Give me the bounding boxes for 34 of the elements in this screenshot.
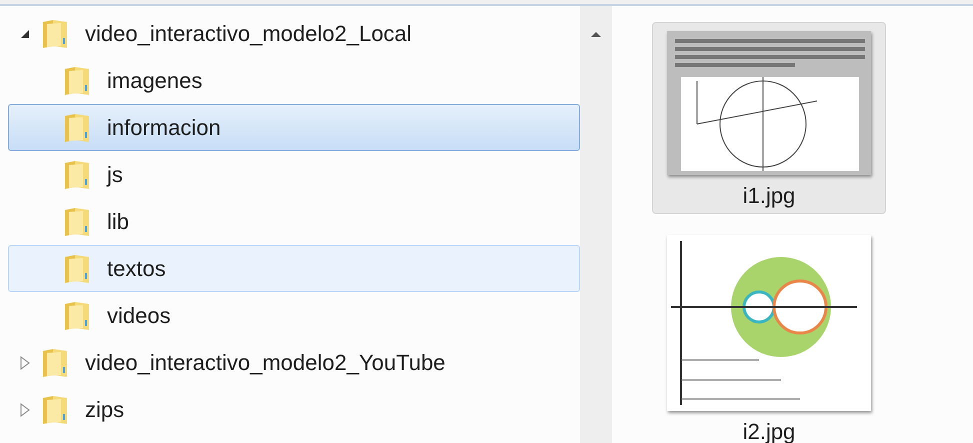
folder-name: textos: [107, 255, 166, 283]
folder-icon: [41, 18, 69, 50]
folder-icon: [41, 394, 69, 426]
collapsed-arrow-icon[interactable]: [20, 402, 30, 416]
file-name: i1.jpg: [742, 183, 796, 209]
folder-name: videos: [107, 302, 171, 330]
tree-item[interactable]: imagenes: [8, 57, 580, 104]
tree-item[interactable]: js: [8, 151, 580, 198]
folder-icon: [63, 158, 91, 190]
scrollbar[interactable]: [580, 6, 612, 443]
tree-item[interactable]: video_interactivo_modelo2_YouTube: [8, 339, 580, 386]
collapsed-arrow-icon[interactable]: [20, 356, 30, 370]
tree-item[interactable]: informacion: [8, 104, 580, 151]
file-thumbnail[interactable]: i1.jpg: [652, 22, 886, 214]
scroll-up-icon[interactable]: [590, 30, 602, 38]
folder-icon: [41, 346, 69, 378]
folder-name: lib: [107, 208, 130, 236]
tree-item[interactable]: videos: [8, 292, 580, 339]
folder-icon: [63, 206, 91, 238]
tree-item[interactable]: video_interactivo_modelo2_Local: [8, 10, 580, 57]
tree-item[interactable]: lib: [8, 198, 580, 245]
folder-name: video_interactivo_modelo2_YouTube: [85, 349, 446, 377]
folder-name: imagenes: [107, 67, 202, 95]
expanded-arrow-icon[interactable]: [20, 28, 30, 38]
folder-icon: [63, 252, 91, 284]
folder-icon: [63, 300, 91, 332]
folder-name: informacion: [107, 114, 221, 142]
folder-name: js: [107, 161, 123, 189]
tree-item[interactable]: textos: [8, 245, 580, 292]
folder-icon: [63, 112, 91, 144]
tree-item[interactable]: zips: [8, 386, 580, 433]
folder-name: video_interactivo_modelo2_Local: [85, 20, 412, 48]
folder-name: zips: [85, 396, 124, 424]
folder-icon: [63, 64, 91, 96]
